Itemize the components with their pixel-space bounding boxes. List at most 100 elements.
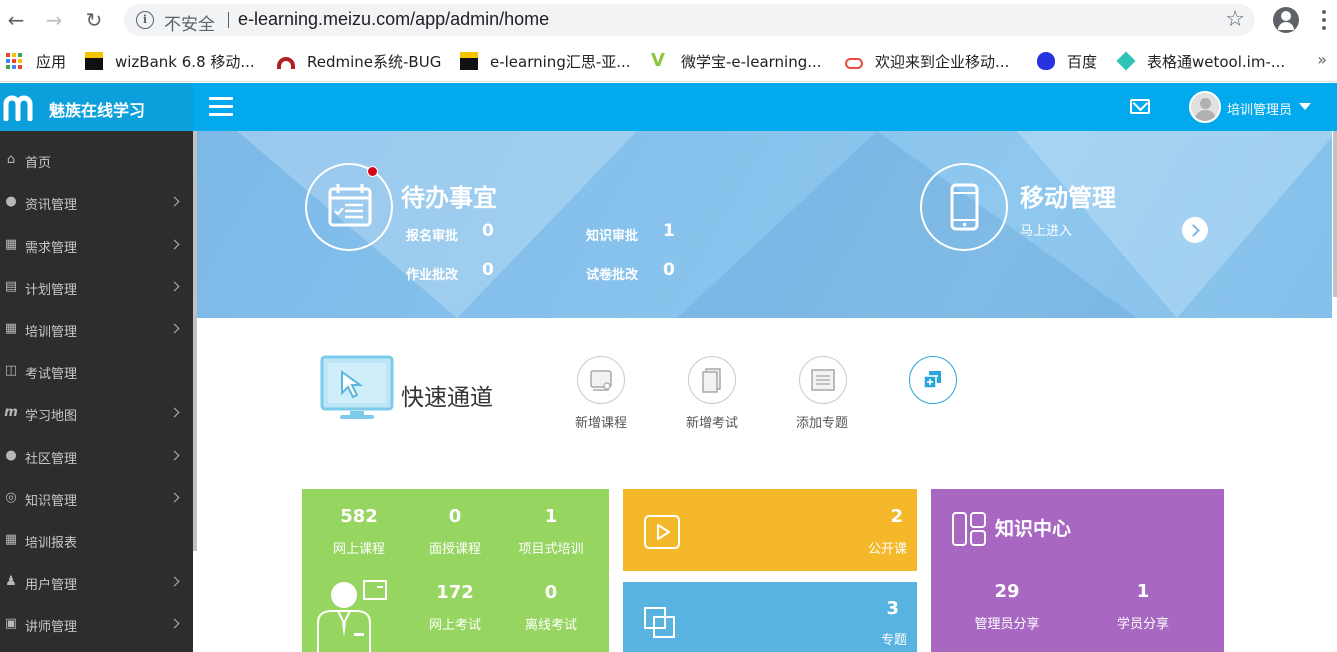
new-exam-icon xyxy=(702,368,721,393)
meizu-logo-icon xyxy=(3,95,33,121)
sidebar-item-learning-map[interactable]: m 学习地图 xyxy=(0,392,193,434)
stat-value-open-class[interactable]: 2 xyxy=(890,506,903,527)
sidebar-item-reports[interactable]: ▦ 培训报表 xyxy=(0,519,193,561)
sidebar-item-label: 用户管理 xyxy=(25,578,78,593)
new-exam-label[interactable]: 新增考试 xyxy=(686,412,738,431)
avatar[interactable] xyxy=(1189,91,1221,123)
mail-icon[interactable] xyxy=(1130,99,1150,114)
stat-value-topics[interactable]: 3 xyxy=(886,598,899,619)
lifebuoy-icon: ◎ xyxy=(5,490,17,505)
bookmark-baidu[interactable]: 百度 xyxy=(1037,50,1097,72)
user-icon: ♟ xyxy=(5,574,17,589)
new-course-button[interactable] xyxy=(577,356,625,404)
reload-icon[interactable]: ↻ xyxy=(82,8,106,32)
open-class-card[interactable]: 2 公开课 xyxy=(623,489,917,571)
address-bar[interactable]: i 不安全 e-learning.meizu.com/app/admin/hom… xyxy=(124,4,1255,36)
back-icon[interactable]: ← xyxy=(4,8,28,32)
stat-value-offline-exams[interactable]: 0 xyxy=(513,582,589,603)
elearning-icon xyxy=(460,52,478,70)
bookmark-apps[interactable]: 应用 xyxy=(6,50,66,72)
add-topic-icon xyxy=(811,369,835,391)
add-topic-button[interactable] xyxy=(799,356,847,404)
sidebar-item-label: 讲师管理 xyxy=(25,620,78,635)
bookmark-wetool[interactable]: 表格通wetool.im-... xyxy=(1116,50,1285,72)
bookmark-label: 欢迎来到企业移动... xyxy=(875,52,1010,71)
apps-grid-icon xyxy=(6,53,22,69)
bookmarks-overflow-icon[interactable]: » xyxy=(1317,50,1327,69)
sidebar-item-label: 考试管理 xyxy=(25,367,78,382)
insecure-label: 不安全 xyxy=(164,15,215,35)
sidebar-item-news[interactable]: ● 资讯管理 xyxy=(0,181,193,223)
stat-value-online-courses[interactable]: 582 xyxy=(322,506,396,527)
stat-value-student-share[interactable]: 1 xyxy=(1102,581,1184,602)
stat-label-classroom-courses: 面授课程 xyxy=(428,542,481,557)
bookmark-label: wizBank 6.8 移动... xyxy=(115,52,255,71)
bookmark-elearning[interactable]: e-learning汇思-亚... xyxy=(460,50,631,72)
sidebar-item-training[interactable]: ▦ 培训管理 xyxy=(0,308,193,350)
bookmark-weixuebao[interactable]: V 微学宝-e-learning... xyxy=(651,50,822,72)
sidebar-item-knowledge[interactable]: ◎ 知识管理 xyxy=(0,477,193,519)
app-header: 魅族在线学习 培训管理员 xyxy=(0,83,1337,131)
stat-value-online-exams[interactable]: 172 xyxy=(418,582,492,603)
mobile-subtitle[interactable]: 马上进入 xyxy=(1020,220,1072,239)
todo-value-homework[interactable]: 0 xyxy=(482,260,494,280)
forward-icon[interactable]: → xyxy=(42,8,66,32)
page-scrollbar[interactable] xyxy=(1333,131,1337,297)
todo-label-enroll-approval: 报名审批 xyxy=(406,229,459,244)
url-text[interactable]: e-learning.meizu.com/app/admin/home xyxy=(238,9,549,30)
knowledge-center-card[interactable]: 知识中心 29 管理员分享 1 学员分享 xyxy=(931,489,1224,652)
browser-menu-icon[interactable] xyxy=(1318,8,1330,32)
brand[interactable]: 魅族在线学习 xyxy=(0,83,193,131)
mobile-phone-icon[interactable] xyxy=(920,163,1008,251)
stat-value-project-training[interactable]: 1 xyxy=(513,506,589,527)
book-icon: ◫ xyxy=(4,363,18,378)
globe-icon: ● xyxy=(5,194,17,209)
todo-title: 待办事宜 xyxy=(401,184,497,212)
sidebar-item-label: 首页 xyxy=(25,156,52,171)
dashboard-banner: 待办事宜 报名审批 0 知识审批 1 作业批改 0 试卷批改 0 移动管理 马上… xyxy=(197,131,1332,318)
chevron-right-circle-icon[interactable] xyxy=(1182,217,1208,243)
sidebar-item-plan[interactable]: ▤ 计划管理 xyxy=(0,266,193,308)
stat-value-classroom-courses[interactable]: 0 xyxy=(418,506,492,527)
sidebar-item-home[interactable]: ⌂ 首页 xyxy=(0,139,193,181)
sidebar-item-exam[interactable]: ◫ 考试管理 xyxy=(0,350,193,392)
caret-down-icon[interactable] xyxy=(1299,103,1311,110)
chevron-right-icon xyxy=(169,239,180,250)
info-icon[interactable]: i xyxy=(136,11,154,29)
todo-value-enroll-approval[interactable]: 0 xyxy=(482,221,494,241)
todo-value-knowledge-approval[interactable]: 1 xyxy=(663,221,675,241)
todo-value-exam-grading[interactable]: 0 xyxy=(663,260,675,280)
bookmark-redmine[interactable]: Redmine系统-BUG xyxy=(277,50,441,72)
redmine-icon xyxy=(277,57,295,69)
todo-calendar-icon[interactable] xyxy=(305,163,393,251)
bookmark-wizbank[interactable]: wizBank 6.8 移动... xyxy=(85,50,255,72)
sidebar-item-lecturers[interactable]: ▣ 讲师管理 xyxy=(0,603,193,645)
todo-label-exam-grading: 试卷批改 xyxy=(586,268,639,283)
stat-value-admin-share[interactable]: 29 xyxy=(966,581,1048,602)
menu-toggle-icon[interactable] xyxy=(209,97,233,117)
profile-icon[interactable] xyxy=(1273,7,1299,33)
new-course-icon xyxy=(590,370,612,391)
bookmark-label: e-learning汇思-亚... xyxy=(490,52,631,71)
new-exam-button[interactable] xyxy=(688,356,736,404)
play-icon xyxy=(644,515,680,549)
new-course-label[interactable]: 新增课程 xyxy=(575,412,627,431)
quick-access-title: 快速通道 xyxy=(401,385,493,411)
sidebar-item-community[interactable]: ● 社区管理 xyxy=(0,435,193,477)
add-topic-label[interactable]: 添加专题 xyxy=(796,412,848,431)
briefcase-icon: ▣ xyxy=(4,616,18,631)
stat-label-topics: 专题 xyxy=(880,633,907,648)
add-more-button[interactable] xyxy=(909,356,957,404)
sidebar-item-requirements[interactable]: ▦ 需求管理 xyxy=(0,224,193,266)
notification-dot xyxy=(367,166,378,177)
user-name[interactable]: 培训管理员 xyxy=(1227,99,1292,118)
topic-card[interactable]: 3 专题 xyxy=(623,582,917,652)
stat-label-online-courses: 网上课程 xyxy=(332,542,385,557)
bookmark-label: 百度 xyxy=(1067,52,1098,71)
sidebar-item-users[interactable]: ♟ 用户管理 xyxy=(0,561,193,603)
stat-label-student-share: 学员分享 xyxy=(1116,617,1169,632)
chevron-right-icon xyxy=(169,576,180,587)
bookmark-enterprise[interactable]: 欢迎来到企业移动... xyxy=(845,50,1009,72)
bookmark-star-icon[interactable]: ☆ xyxy=(1225,7,1245,32)
cloud-icon xyxy=(845,58,863,69)
